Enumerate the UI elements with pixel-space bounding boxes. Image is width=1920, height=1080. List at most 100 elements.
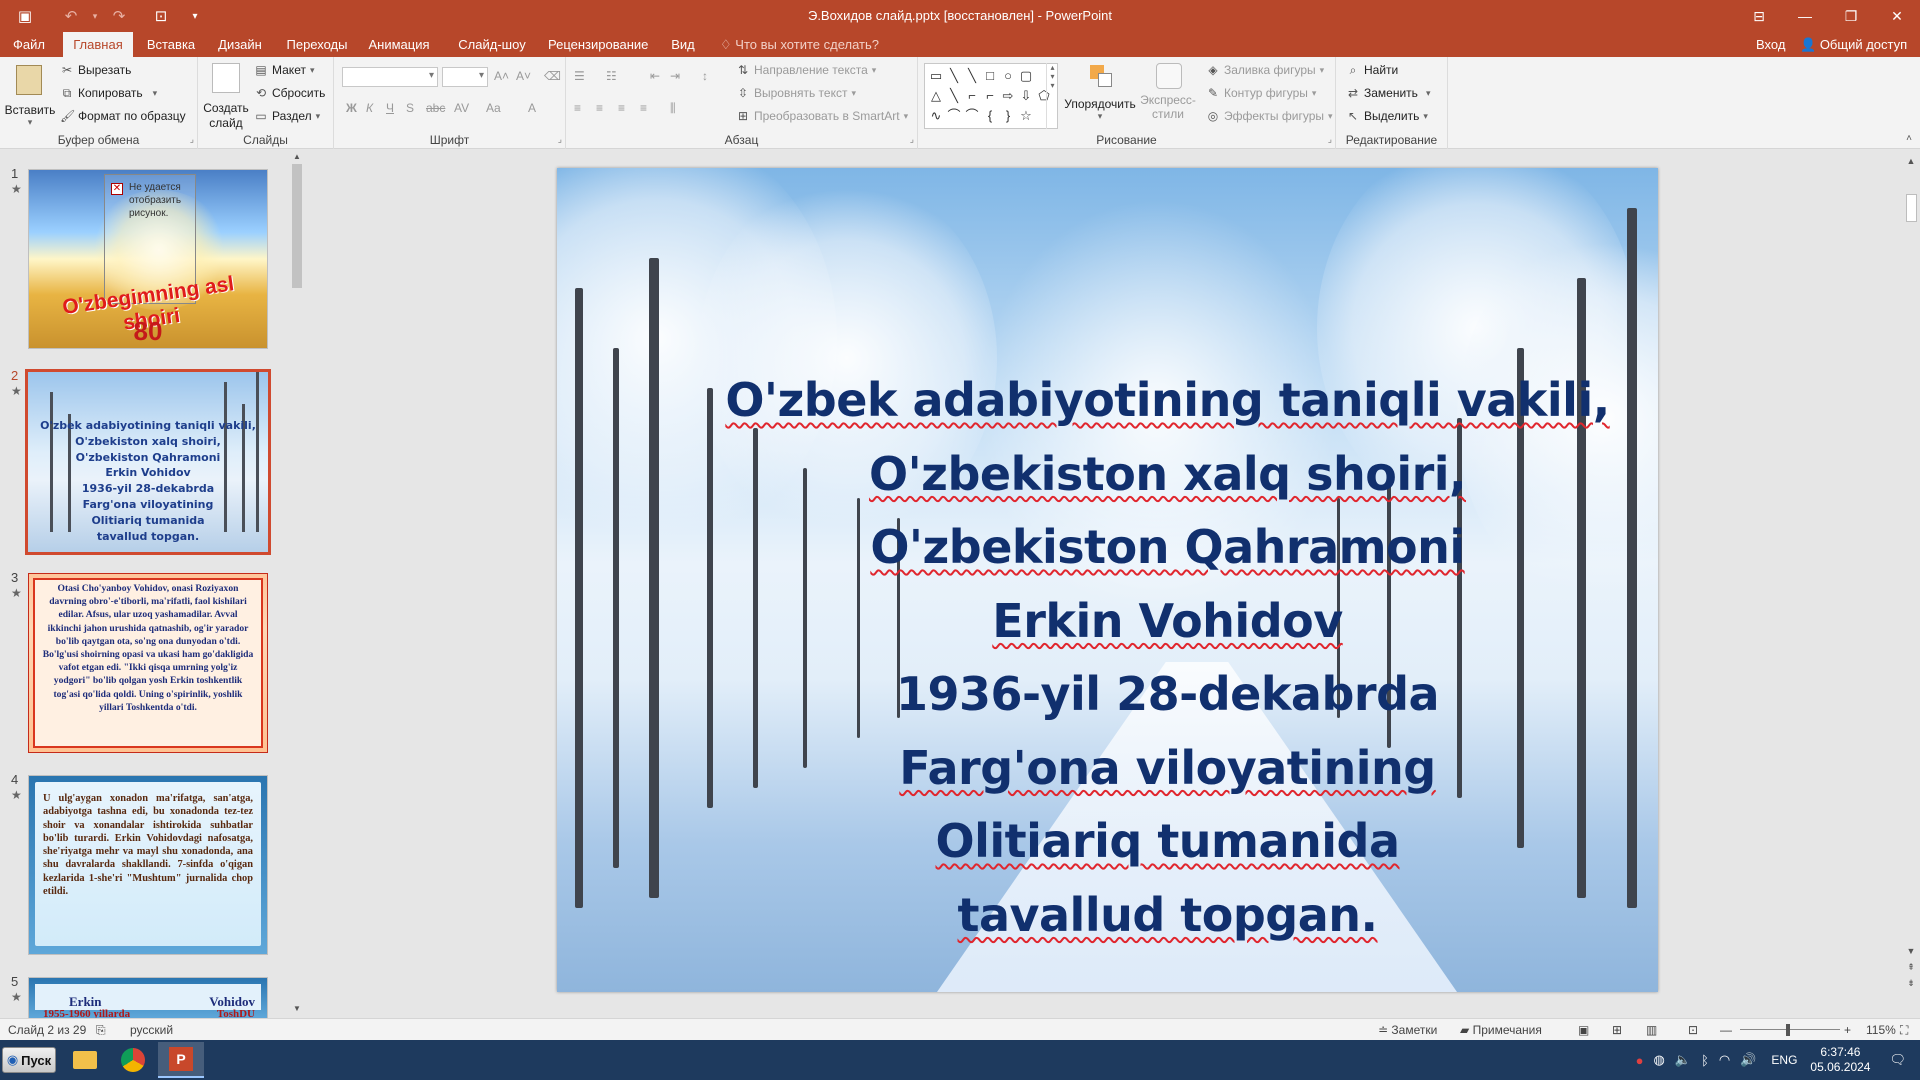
text-direction-button[interactable]: ⇅ Направление текста ▾ bbox=[736, 63, 876, 77]
slideshow-view-icon[interactable]: ⊡ bbox=[1688, 1019, 1698, 1041]
scroll-up-icon[interactable]: ▲ bbox=[290, 152, 304, 161]
slide-thumbnail-3[interactable]: Otasi Cho'yanboy Vohidov, onasi Roziyaxo… bbox=[28, 573, 268, 753]
dialog-launcher-icon[interactable]: ⌟ bbox=[910, 134, 914, 145]
tab-file[interactable]: Файл bbox=[0, 32, 58, 57]
reading-view-icon[interactable]: ▥ bbox=[1646, 1019, 1657, 1041]
thumbnail-scrollbar[interactable]: ▲ ▼ bbox=[290, 150, 304, 1018]
tab-home[interactable]: Главная bbox=[63, 32, 133, 57]
ribbon-display-options-icon[interactable]: ⊟ bbox=[1736, 0, 1782, 32]
start-from-beginning-icon[interactable]: ⊡ bbox=[144, 0, 178, 32]
slide-text-box[interactable]: O'zbek adabiyotining taniqli vakili, O'z… bbox=[677, 364, 1658, 952]
editing-scrollbar[interactable]: ▲ ▼ ⇞ ⇟ bbox=[1902, 150, 1920, 1018]
scrollbar-thumb[interactable] bbox=[1906, 194, 1917, 222]
slide-thumbnail-1[interactable]: ✕ Не удается отобразить рисунок. O'zbegi… bbox=[28, 169, 268, 349]
bullets-icon[interactable]: ☰ bbox=[574, 69, 585, 83]
decrease-font-icon[interactable]: A˅ bbox=[516, 69, 531, 83]
zoom-out-icon[interactable]: — bbox=[1720, 1019, 1732, 1041]
new-slide-button[interactable]: Создать слайд bbox=[202, 61, 250, 135]
minimize-icon[interactable]: — bbox=[1782, 0, 1828, 32]
cut-button[interactable]: ✂ Вырезать bbox=[60, 63, 131, 77]
spellcheck-icon[interactable]: ⎘ bbox=[96, 1019, 106, 1041]
undo-dropdown-icon[interactable]: ▾ bbox=[88, 0, 102, 32]
comments-button[interactable]: ▰ Примечания bbox=[1460, 1019, 1542, 1041]
share-button[interactable]: 👤 Общий доступ bbox=[1800, 32, 1907, 57]
numbering-icon[interactable]: ☷ bbox=[606, 69, 617, 83]
tab-view[interactable]: Вид bbox=[664, 32, 702, 57]
replace-button[interactable]: ⇄ Заменить ▾ bbox=[1346, 86, 1431, 100]
zoom-slider-track[interactable] bbox=[1740, 1029, 1840, 1030]
tab-review[interactable]: Рецензирование bbox=[548, 32, 648, 57]
language-indicator[interactable]: русский bbox=[130, 1019, 173, 1041]
scrollbar-thumb[interactable] bbox=[292, 164, 302, 288]
zoom-in-icon[interactable]: + bbox=[1844, 1019, 1851, 1041]
fit-to-window-icon[interactable]: ⛶ bbox=[1900, 1019, 1908, 1041]
format-painter-button[interactable]: 🖌 Формат по образцу bbox=[60, 109, 186, 123]
current-slide[interactable]: O'zbek adabiyotining taniqli vakili, O'z… bbox=[557, 168, 1658, 992]
dialog-launcher-icon[interactable]: ⌟ bbox=[1328, 134, 1332, 145]
undo-icon[interactable]: ↶ bbox=[54, 0, 88, 32]
wifi-icon[interactable]: ◠ bbox=[1719, 1052, 1730, 1068]
chrome-tray-icon[interactable]: ◍ bbox=[1654, 1052, 1665, 1068]
tab-transitions[interactable]: Переходы bbox=[282, 32, 352, 57]
normal-view-icon[interactable]: ▣ bbox=[1578, 1019, 1589, 1041]
slide-thumbnail-5[interactable]: Erkin Vohidov 1955-1960 yillarda ToshDU bbox=[28, 977, 268, 1018]
decrease-indent-icon[interactable]: ⇤ bbox=[650, 69, 660, 83]
section-button[interactable]: ▭ Раздел ▾ bbox=[254, 109, 320, 123]
arrange-button[interactable]: Упорядочить ▾ bbox=[1064, 61, 1136, 131]
bold-icon[interactable]: Ж bbox=[346, 101, 357, 115]
copy-button[interactable]: ⧉ Копировать ▾ bbox=[60, 86, 157, 100]
layout-button[interactable]: ▤ Макет ▾ bbox=[254, 63, 314, 77]
line-spacing-icon[interactable]: ↕ bbox=[702, 69, 708, 83]
quick-styles-button[interactable]: Экспресс- стили bbox=[1138, 61, 1198, 135]
shapes-gallery-scroll[interactable]: ▴ ▾ ▾ bbox=[1046, 63, 1058, 129]
antivirus-icon[interactable]: ● bbox=[1636, 1053, 1644, 1068]
chrome-app[interactable] bbox=[110, 1042, 156, 1078]
font-color-icon[interactable]: A bbox=[528, 101, 536, 115]
volume-muted-icon[interactable]: 🔈 bbox=[1675, 1052, 1691, 1068]
scroll-up-icon[interactable]: ▲ bbox=[1902, 156, 1920, 166]
align-right-icon[interactable]: ≡ bbox=[618, 101, 625, 115]
slide-thumbnail-2[interactable]: O'zbek adabiyotining taniqli vakili, O'z… bbox=[25, 369, 271, 555]
align-center-icon[interactable]: ≡ bbox=[596, 101, 603, 115]
clock[interactable]: 6:37:46 05.06.2024 bbox=[1810, 1045, 1870, 1075]
restore-icon[interactable]: ❐ bbox=[1828, 0, 1874, 32]
strikethrough-icon[interactable]: abc bbox=[426, 101, 445, 115]
notes-button[interactable]: ≐ Заметки bbox=[1378, 1019, 1437, 1041]
tab-design[interactable]: Дизайн bbox=[212, 32, 268, 57]
font-family-combo[interactable] bbox=[342, 67, 438, 87]
sign-in-link[interactable]: Вход bbox=[1756, 32, 1785, 57]
shadow-icon[interactable]: S bbox=[406, 101, 414, 115]
scroll-down-icon[interactable]: ▼ bbox=[290, 1004, 304, 1013]
increase-font-icon[interactable]: A˄ bbox=[494, 69, 509, 83]
collapse-ribbon-icon[interactable]: ˄ bbox=[1906, 133, 1912, 144]
redo-icon[interactable]: ↷ bbox=[102, 0, 136, 32]
increase-indent-icon[interactable]: ⇥ bbox=[670, 69, 680, 83]
align-text-button[interactable]: ⇳ Выровнять текст ▾ bbox=[736, 86, 856, 100]
powerpoint-app[interactable]: P bbox=[158, 1042, 204, 1078]
underline-icon[interactable]: Ч bbox=[386, 101, 394, 115]
zoom-level[interactable]: 115% bbox=[1866, 1019, 1896, 1041]
scroll-down-icon[interactable]: ▼ bbox=[1902, 946, 1920, 956]
keyboard-language[interactable]: ENG bbox=[1771, 1053, 1797, 1067]
close-icon[interactable]: ✕ bbox=[1874, 0, 1920, 32]
justify-icon[interactable]: ≡ bbox=[640, 101, 647, 115]
smartart-button[interactable]: ⊞ Преобразовать в SmartArt ▾ bbox=[736, 109, 908, 123]
align-left-icon[interactable]: ≡ bbox=[574, 101, 581, 115]
paste-button[interactable]: Вставить ▾ bbox=[4, 61, 56, 131]
reset-button[interactable]: ⟲ Сбросить bbox=[254, 86, 325, 100]
speaker-icon[interactable]: 🔊 bbox=[1740, 1052, 1756, 1068]
clear-formatting-icon[interactable]: ⌫ bbox=[544, 69, 561, 83]
italic-icon[interactable]: К bbox=[366, 101, 373, 115]
tab-insert[interactable]: Вставка bbox=[142, 32, 200, 57]
next-slide-icon[interactable]: ⇟ bbox=[1902, 978, 1920, 989]
shapes-gallery[interactable]: ▭ ╲ ╲ □ ○ ▢ △ ╲ ⌐ ⌐ ⇨ ⇩ ⬠ ∿ ⌒ ⌒{} ☆ bbox=[924, 63, 1058, 129]
change-case-icon[interactable]: Aa bbox=[486, 101, 501, 115]
slide-thumbnail-4[interactable]: U ulg'aygan xonadon ma'rifatga, san'atga… bbox=[28, 775, 268, 955]
slide-sorter-icon[interactable]: ⊞ bbox=[1612, 1019, 1622, 1041]
find-button[interactable]: ⌕ Найти bbox=[1346, 63, 1399, 77]
select-button[interactable]: ↖ Выделить ▾ bbox=[1346, 109, 1428, 123]
file-explorer-app[interactable] bbox=[62, 1042, 108, 1078]
tell-me-search[interactable]: ♢ Что вы хотите сделать? bbox=[720, 32, 879, 57]
previous-slide-icon[interactable]: ⇞ bbox=[1902, 962, 1920, 973]
notifications-icon[interactable]: 🗨 bbox=[1889, 1052, 1906, 1068]
